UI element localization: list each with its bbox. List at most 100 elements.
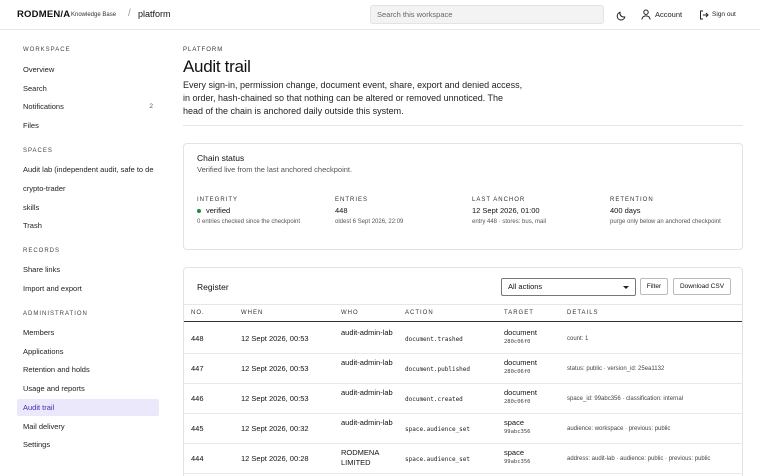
sidebar-heading-records: RECORDS xyxy=(23,248,61,254)
register-title: Register xyxy=(197,282,229,292)
action-filter-select[interactable]: All actions xyxy=(501,278,636,296)
sidebar-heading-administration: ADMINISTRATION xyxy=(23,311,88,317)
sidebar-item-label: Audit lab (independent audit, safe to de xyxy=(23,165,154,174)
stat-note: entry 448 · stores: bus, mail xyxy=(472,219,547,225)
sidebar-item-import-export[interactable]: Import and export xyxy=(17,280,159,297)
sidebar-item-audit-trail[interactable]: Audit trail xyxy=(17,399,159,416)
account-user-icon[interactable] xyxy=(641,9,651,20)
search-input[interactable] xyxy=(370,5,604,24)
sidebar-item-label: Mail delivery xyxy=(23,422,65,431)
table-row[interactable]: 448 12 Sept 2026, 00:53 audit-admin-lab … xyxy=(184,324,742,354)
workspace-name[interactable]: platform xyxy=(138,9,171,19)
cell-target: document 280c06f0 xyxy=(504,358,537,375)
cell-no: 447 xyxy=(191,364,204,373)
cell-details: space_id: 99abc356 · classification: int… xyxy=(567,396,684,402)
sign-out-icon[interactable] xyxy=(699,10,709,20)
cell-who: audit-admin-lab xyxy=(341,388,393,397)
sidebar-item-overview[interactable]: Overview xyxy=(17,61,159,78)
table-row[interactable]: 445 12 Sept 2026, 00:32 audit-admin-lab … xyxy=(184,414,742,444)
chevron-down-icon xyxy=(623,286,629,289)
sidebar-item-retention[interactable]: Retention and holds xyxy=(17,361,159,378)
sidebar-item-trash[interactable]: Trash xyxy=(17,217,159,234)
table-row[interactable]: 447 12 Sept 2026, 00:53 audit-admin-lab … xyxy=(184,354,742,384)
register-card: Register All actions Filter Download CSV… xyxy=(183,267,743,476)
cell-target: space 99abc356 xyxy=(504,418,531,435)
page-title: Audit trail xyxy=(183,57,251,76)
sidebar-item-label: crypto-trader xyxy=(23,184,66,193)
integrity-value: verified xyxy=(206,206,231,215)
sidebar-item-label: Notifications xyxy=(23,102,64,111)
entries-stat: ENTRIES 448 oldest 6 Sept 2026, 22:09 xyxy=(335,197,403,228)
cell-when: 12 Sept 2026, 00:53 xyxy=(241,334,309,343)
cell-action: space.audience_set xyxy=(405,426,471,433)
sidebar-item-applications[interactable]: Applications xyxy=(17,343,159,360)
sidebar-item-label: Settings xyxy=(23,440,51,449)
cell-who: RODMENA LIMITED xyxy=(341,448,379,467)
sidebar: WORKSPACE Overview Search Notifications 2… xyxy=(0,30,170,476)
sidebar-item-skills[interactable]: skills xyxy=(17,199,159,216)
sidebar-item-crypto-trader[interactable]: crypto-trader xyxy=(17,180,159,197)
cell-action: document.published xyxy=(405,366,471,373)
theme-toggle-moon-icon[interactable] xyxy=(616,10,627,21)
column-header-details: DETAILS xyxy=(567,310,599,316)
target-type: document xyxy=(504,328,537,337)
stat-note: oldest 6 Sept 2026, 22:09 xyxy=(335,219,404,225)
cell-details: status: public · version_id: 25ea1132 xyxy=(567,366,665,372)
table-row[interactable]: 446 12 Sept 2026, 00:53 audit-admin-lab … xyxy=(184,384,742,414)
sidebar-item-label: Applications xyxy=(23,347,64,356)
table-header: NO. WHEN WHO ACTION TARGET DETAILS xyxy=(184,304,742,322)
chain-status-subtitle: Verified live from the last anchored che… xyxy=(197,165,353,174)
cell-no: 448 xyxy=(191,334,204,343)
cell-when: 12 Sept 2026, 00:53 xyxy=(241,394,309,403)
stat-label: INTEGRITY xyxy=(197,197,239,203)
target-id: 99abc356 xyxy=(504,429,531,435)
cell-target: document 280c06f0 xyxy=(504,388,537,405)
action-filter-value: All actions xyxy=(508,282,543,291)
sidebar-item-settings[interactable]: Settings xyxy=(17,436,159,453)
sidebar-item-label: Import and export xyxy=(23,284,82,293)
column-header-action: ACTION xyxy=(405,310,434,316)
sidebar-item-label: Usage and reports xyxy=(23,384,85,393)
sidebar-item-share-links[interactable]: Share links xyxy=(17,261,159,278)
sidebar-item-label: Members xyxy=(23,328,55,337)
table-row[interactable]: 444 12 Sept 2026, 00:28 RODMENA LIMITED … xyxy=(184,444,742,474)
sidebar-item-audit-lab[interactable]: Audit lab (independent audit, safe to de xyxy=(17,161,159,178)
sidebar-item-notifications[interactable]: Notifications 2 xyxy=(17,98,159,115)
account-button[interactable]: Account xyxy=(655,10,682,19)
target-type: document xyxy=(504,358,537,367)
sidebar-item-members[interactable]: Members xyxy=(17,324,159,341)
download-csv-button[interactable]: Download CSV xyxy=(673,278,731,295)
breadcrumb-separator: / xyxy=(128,8,131,19)
target-id: 280c06f0 xyxy=(504,399,531,405)
cell-when: 12 Sept 2026, 00:53 xyxy=(241,364,309,373)
column-header-when: WHEN xyxy=(241,310,264,316)
chain-status-title: Chain status xyxy=(197,153,245,163)
target-type: document xyxy=(504,388,537,397)
sidebar-item-label: skills xyxy=(23,203,40,212)
last-anchor-stat: LAST ANCHOR 12 Sept 2026, 01:00 entry 44… xyxy=(472,197,546,228)
filter-button[interactable]: Filter xyxy=(640,278,668,295)
sidebar-item-usage-reports[interactable]: Usage and reports xyxy=(17,380,159,397)
sidebar-item-label: Trash xyxy=(23,221,42,230)
cell-action: document.created xyxy=(405,396,463,403)
cell-no: 445 xyxy=(191,424,204,433)
chain-status-card: Chain status Verified live from the last… xyxy=(183,143,743,250)
cell-target: document 280c06f0 xyxy=(504,328,537,345)
cell-when: 12 Sept 2026, 00:28 xyxy=(241,454,309,463)
cell-details: count: 1 xyxy=(567,336,589,342)
brand-logo[interactable]: RODMEN/​A xyxy=(17,9,70,20)
cell-who: audit-admin-lab xyxy=(341,418,393,427)
sidebar-item-search[interactable]: Search xyxy=(17,80,159,97)
cell-no: 444 xyxy=(191,454,204,463)
brand-subtitle: Knowledge Base xyxy=(71,12,117,18)
sidebar-item-mail-delivery[interactable]: Mail delivery xyxy=(17,418,159,435)
cell-who: audit-admin-lab xyxy=(341,358,393,367)
sign-out-button[interactable]: Sign out xyxy=(712,11,736,18)
cell-who: audit-admin-lab xyxy=(341,328,393,337)
cell-no: 446 xyxy=(191,394,204,403)
target-type: space xyxy=(504,448,525,457)
cell-when: 12 Sept 2026, 00:32 xyxy=(241,424,309,433)
cell-action: space.audience_set xyxy=(405,456,471,463)
sidebar-item-files[interactable]: Files xyxy=(17,117,159,134)
target-id: 280c06f0 xyxy=(504,339,531,345)
